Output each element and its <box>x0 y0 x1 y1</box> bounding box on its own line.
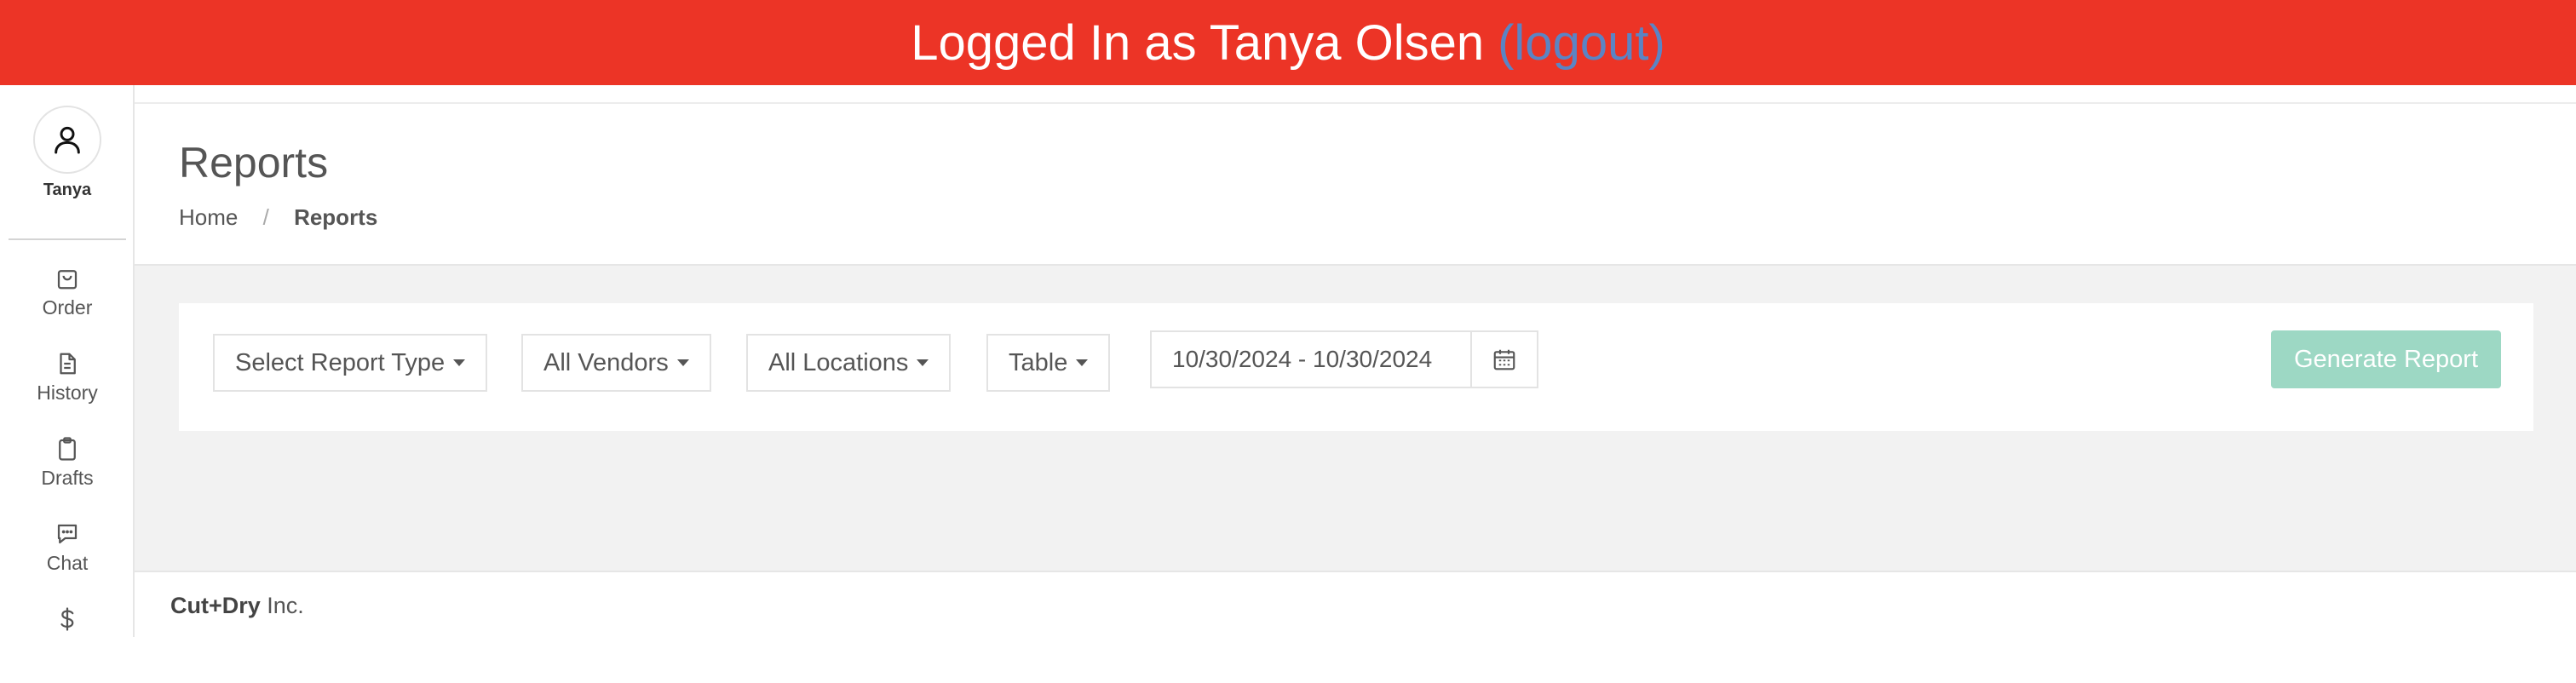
date-range-input[interactable]: 10/30/2024 - 10/30/2024 <box>1152 332 1472 387</box>
breadcrumb-current: Reports <box>294 204 378 230</box>
user-name: Tanya <box>43 181 92 199</box>
sidebar-item-drafts[interactable]: Drafts <box>0 436 135 513</box>
caret-down-icon <box>453 359 466 366</box>
vendors-value: All Vendors <box>543 348 669 376</box>
breadcrumb-home-link[interactable]: Home <box>179 204 238 230</box>
report-filter-panel: Select Report Type All Vendors All Locat… <box>179 303 2533 431</box>
login-banner: Logged In as Tanya Olsen (logout) <box>0 0 2576 85</box>
sidebar-item-label: Chat <box>46 552 89 574</box>
calendar-button[interactable] <box>1472 332 1537 387</box>
vendors-dropdown[interactable]: All Vendors <box>521 334 711 392</box>
sidebar-divider <box>9 238 126 240</box>
user-icon <box>55 126 80 154</box>
footer-company: Cut+Dry Inc. <box>170 593 304 619</box>
footer: Cut+Dry Inc. <box>135 571 2576 637</box>
report-type-value: Select Report Type <box>235 348 446 376</box>
caret-down-icon <box>676 359 689 366</box>
view-value: Table <box>1009 348 1068 376</box>
sidebar-item-label: History <box>37 382 98 404</box>
avatar[interactable] <box>33 106 101 174</box>
locations-dropdown[interactable]: All Locations <box>746 334 952 392</box>
sidebar-item-order[interactable]: Order <box>0 266 135 342</box>
sidebar-item-billing[interactable] <box>0 606 135 683</box>
document-icon <box>60 353 76 375</box>
sidebar-item-chat[interactable]: Chat <box>0 521 135 598</box>
sidebar: Tanya Order History Drafts Chat <box>0 85 135 637</box>
sidebar-item-label: Order <box>42 296 93 319</box>
breadcrumb-separator: / <box>262 204 269 230</box>
view-dropdown[interactable]: Table <box>986 334 1111 392</box>
chat-icon <box>57 524 78 544</box>
calendar-icon <box>1493 349 1515 370</box>
logout-link[interactable]: (logout) <box>1498 14 1665 72</box>
main-content: Select Report Type All Vendors All Locat… <box>135 266 2576 571</box>
logged-in-text: Logged In as Tanya Olsen <box>911 14 1485 71</box>
breadcrumb: Home / Reports <box>179 204 377 231</box>
page-title: Reports <box>179 139 329 187</box>
caret-down-icon <box>1076 359 1089 366</box>
dollar-icon <box>60 607 74 631</box>
report-type-dropdown[interactable]: Select Report Type <box>213 334 488 392</box>
date-range-picker: 10/30/2024 - 10/30/2024 <box>1150 330 1538 388</box>
footer-company-brand: Cut+Dry <box>170 593 261 618</box>
sidebar-item-history[interactable]: History <box>0 351 135 428</box>
caret-down-icon <box>917 359 929 366</box>
locations-value: All Locations <box>768 348 909 376</box>
clipboard-icon <box>59 437 76 461</box>
page-header: Reports Home / Reports <box>135 102 2576 266</box>
generate-report-button[interactable]: Generate Report <box>2271 330 2501 388</box>
footer-company-suffix: Inc. <box>260 593 304 618</box>
shopping-bag-icon <box>57 270 78 290</box>
sidebar-item-label: Drafts <box>41 467 94 489</box>
